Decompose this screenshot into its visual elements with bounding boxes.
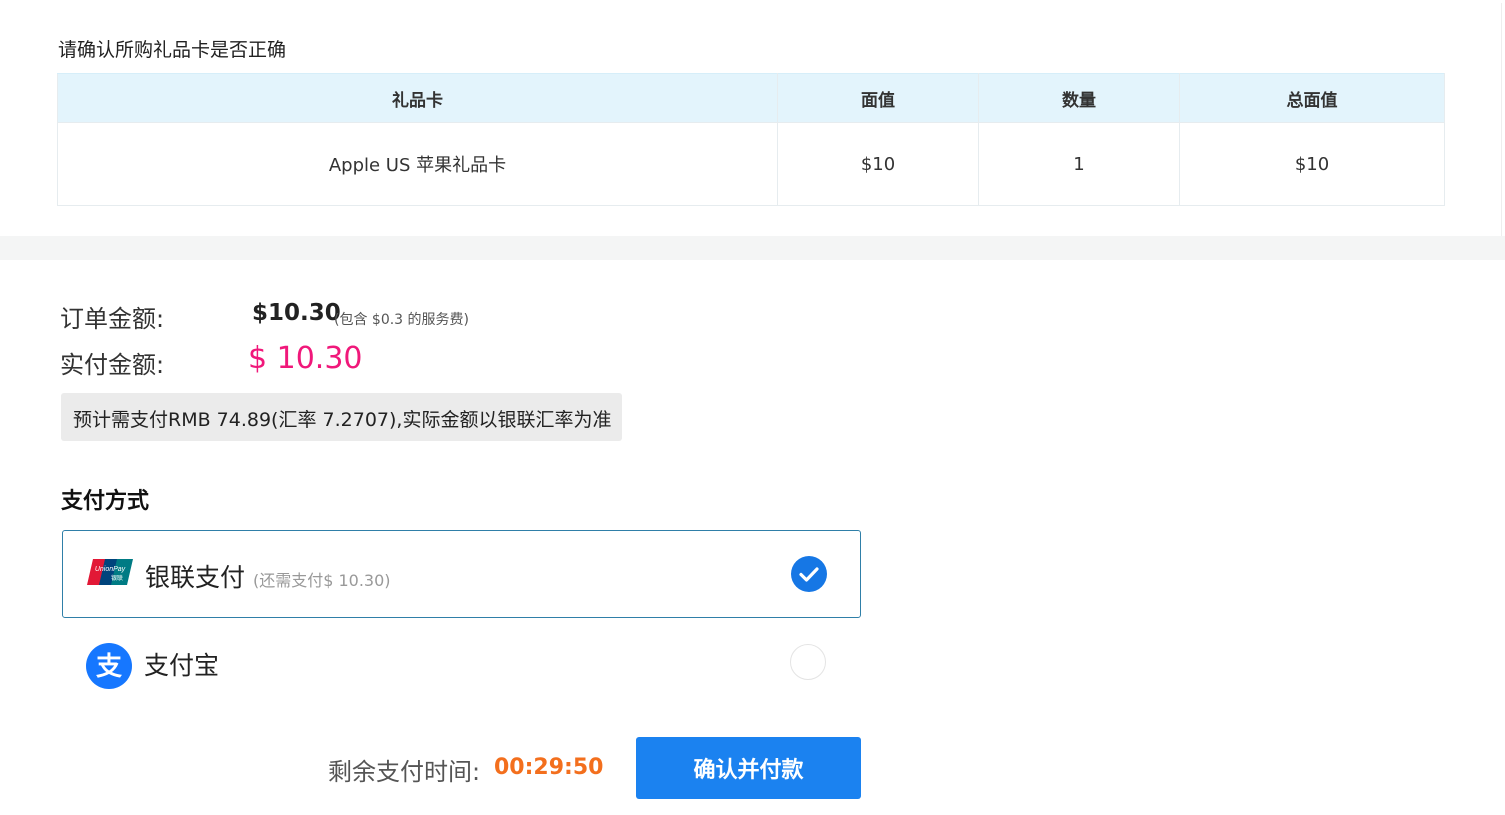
unionpay-remaining-note: (还需支付$ 10.30) xyxy=(252,571,391,590)
unionpay-radio-checked[interactable] xyxy=(791,556,827,592)
rmb-estimate-text: 预计需支付RMB 74.89(汇率 7.2707),实际金额以银联汇率为准 xyxy=(73,409,612,431)
order-amount-label: 订单金额: xyxy=(60,305,165,333)
pay-amount-value: $ 10.30 xyxy=(248,341,363,376)
col-header-gift-card: 礼品卡 xyxy=(57,73,778,123)
payment-option-alipay[interactable]: 支 支付宝 xyxy=(62,619,861,707)
order-amount-value: $10.30 xyxy=(252,300,341,326)
section-divider xyxy=(0,236,1505,260)
payment-timer-label: 剩余支付时间: xyxy=(328,758,481,786)
col-header-quantity: 数量 xyxy=(978,73,1180,123)
unionpay-label: 银联支付 (还需支付$ 10.30) xyxy=(145,558,391,594)
gift-card-table: 礼品卡 面值 数量 总面值 Apple US 苹果礼品卡 $10 1 $10 xyxy=(57,73,1445,206)
col-header-total-value: 总面值 xyxy=(1179,73,1445,123)
cell-face-value: $10 xyxy=(777,122,979,206)
rmb-estimate-box: 预计需支付RMB 74.89(汇率 7.2707),实际金额以银联汇率为准 xyxy=(61,393,622,441)
svg-text:UnionPay: UnionPay xyxy=(95,566,126,573)
payment-option-unionpay[interactable]: UnionPay 银联 银联支付 (还需支付$ 10.30) xyxy=(62,530,861,618)
table-row: Apple US 苹果礼品卡 $10 1 $10 xyxy=(57,122,1445,206)
table-header-row: 礼品卡 面值 数量 总面值 xyxy=(57,73,1445,123)
alipay-radio-unchecked[interactable] xyxy=(790,644,826,680)
payment-method-title: 支付方式 xyxy=(61,489,150,514)
cell-total-value: $10 xyxy=(1179,122,1445,206)
svg-text:银联: 银联 xyxy=(111,574,123,582)
col-header-face-value: 面值 xyxy=(777,73,979,123)
alipay-label: 支付宝 xyxy=(144,651,220,680)
cell-quantity: 1 xyxy=(978,122,1180,206)
service-fee-note: (包含 $0.3 的服务费) xyxy=(334,312,469,328)
checkmark-icon xyxy=(799,567,819,582)
pay-amount-label: 实付金额: xyxy=(60,351,165,379)
confirm-title: 请确认所购礼品卡是否正确 xyxy=(58,39,287,61)
unionpay-icon: UnionPay 银联 xyxy=(87,557,135,587)
alipay-icon: 支 xyxy=(86,643,132,689)
cell-gift-card-name: Apple US 苹果礼品卡 xyxy=(57,122,778,206)
payment-timer-value: 00:29:50 xyxy=(494,755,604,780)
unionpay-name: 银联支付 xyxy=(145,563,246,592)
confirm-pay-button[interactable]: 确认并付款 xyxy=(636,737,861,799)
svg-text:支: 支 xyxy=(96,652,122,682)
